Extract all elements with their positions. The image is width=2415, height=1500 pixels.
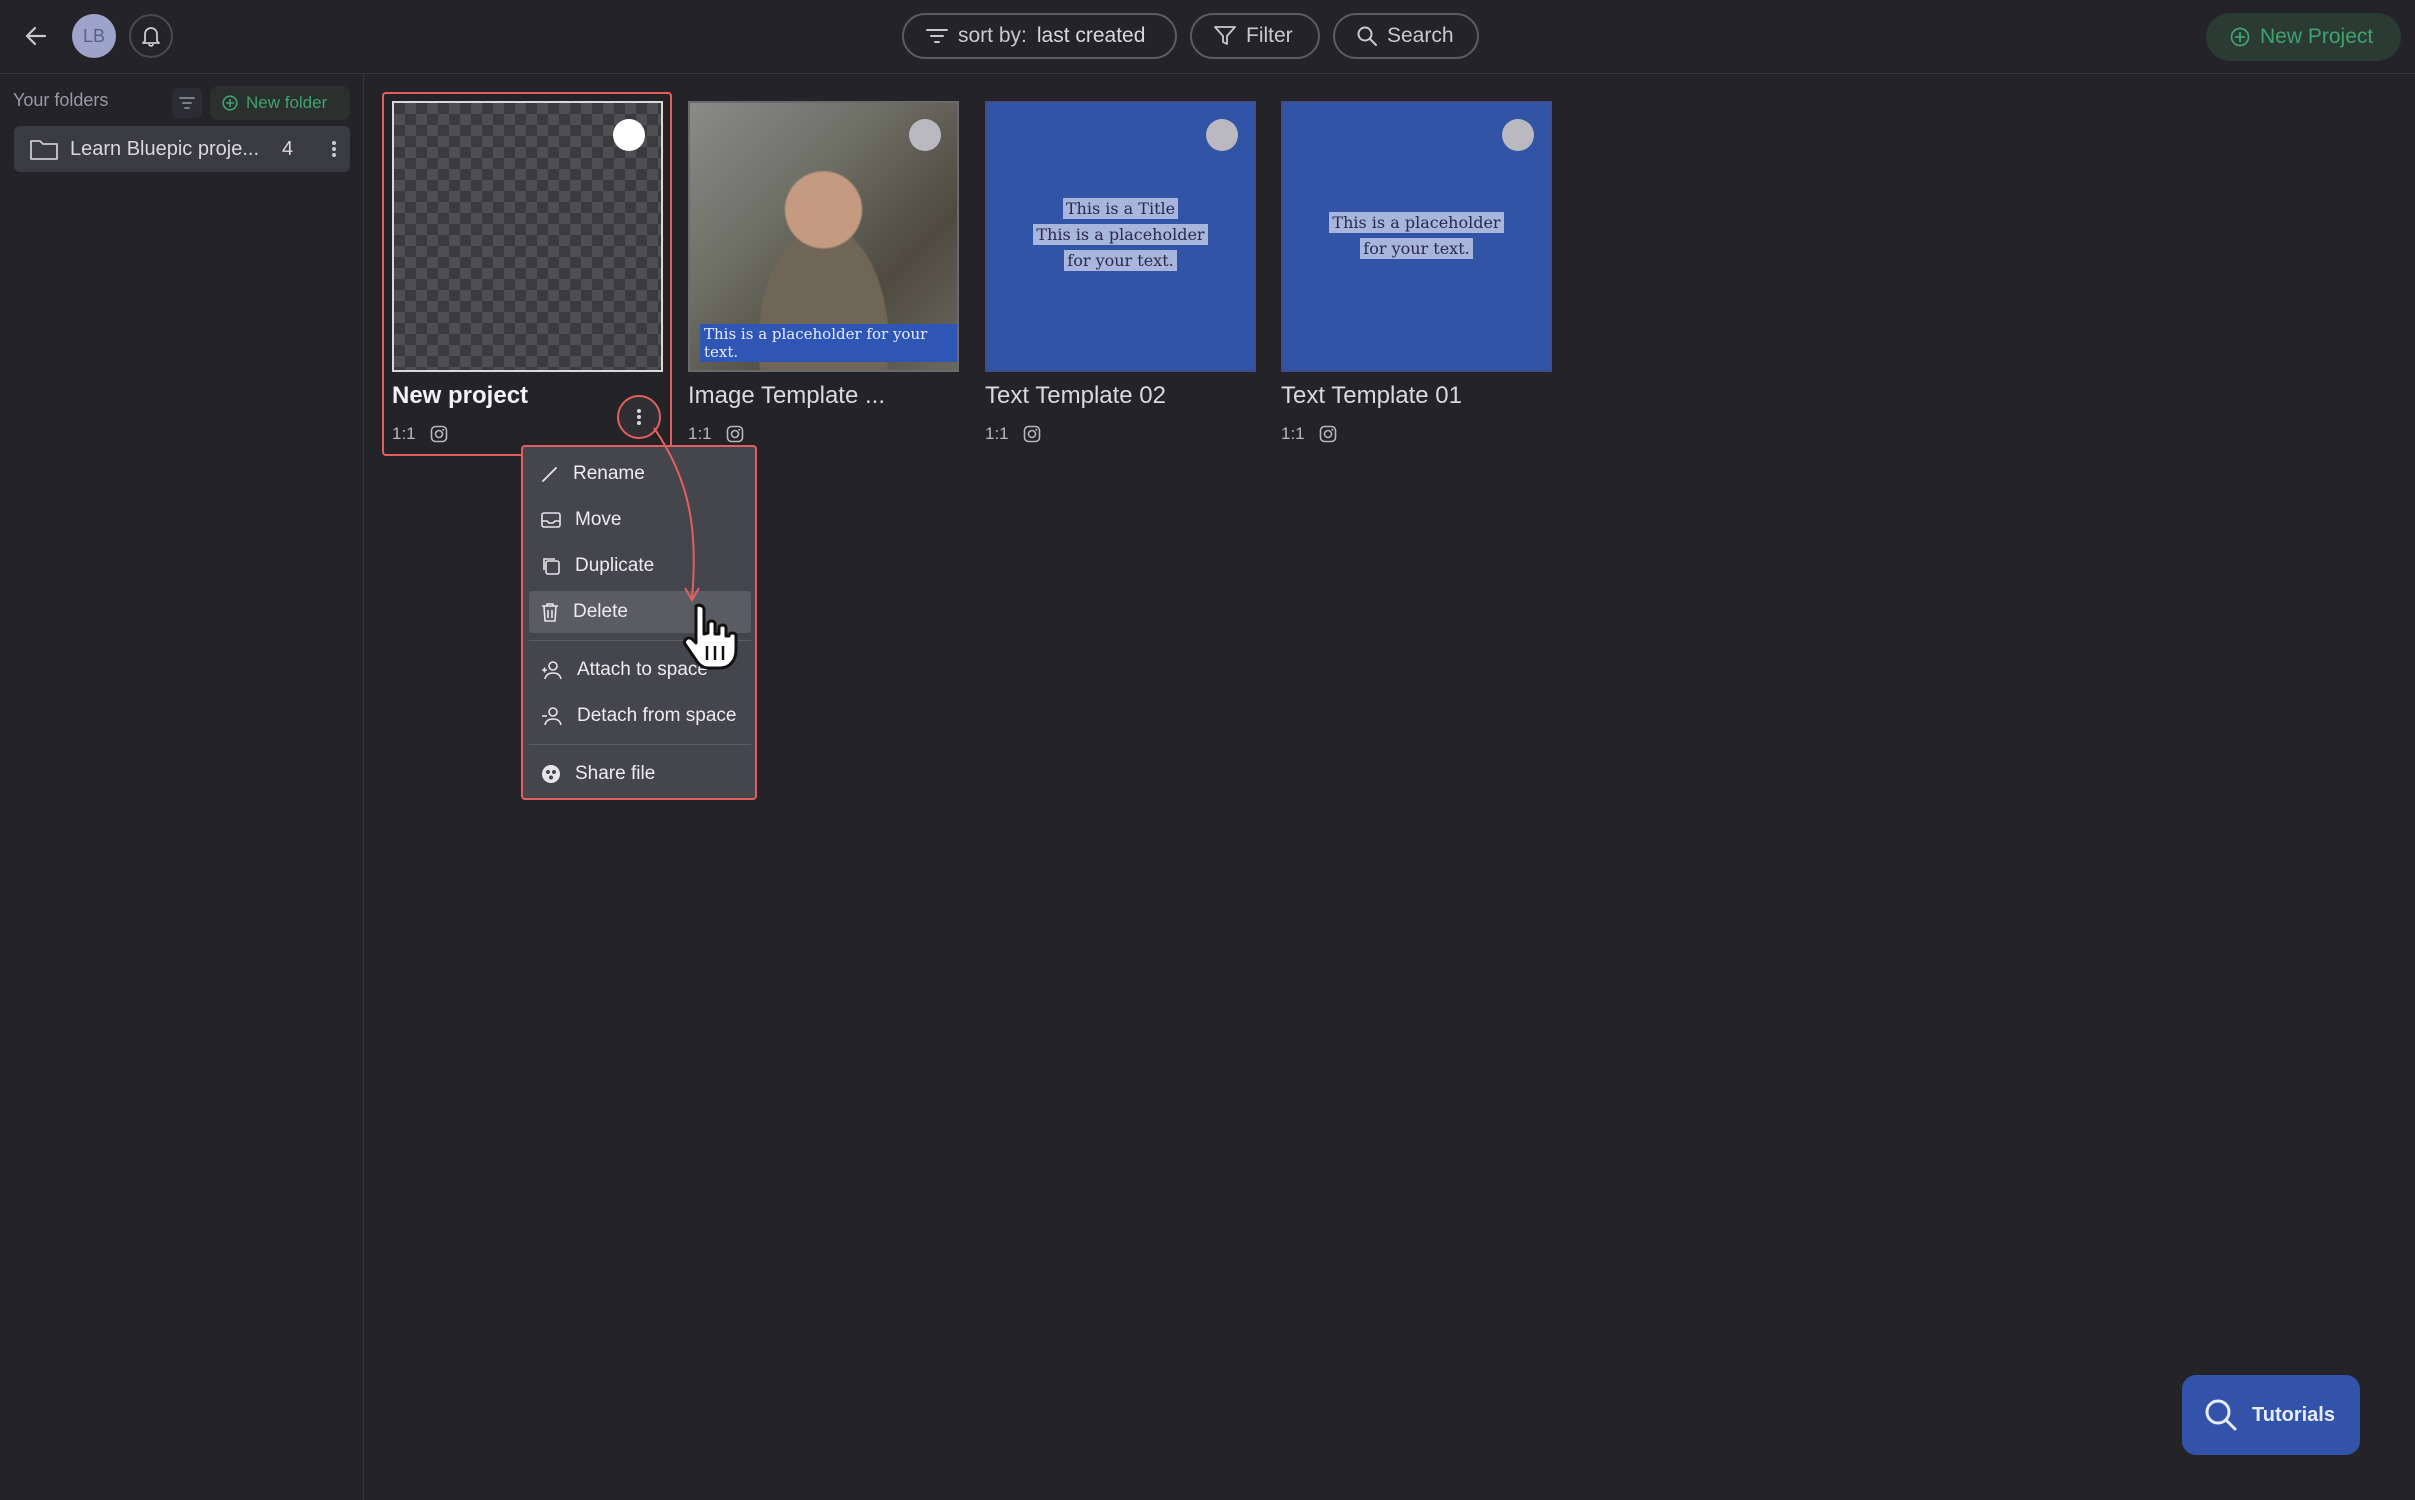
instagram-icon [1319,425,1336,443]
notifications-button[interactable] [129,14,173,58]
project-thumbnail[interactable]: This is a placeholder for your text. [688,101,959,372]
menu-item-label: Rename [573,463,645,484]
back-button[interactable] [18,18,54,54]
menu-item-label: Delete [573,601,628,622]
arrow-left-icon [25,26,47,46]
menu-divider [529,744,751,745]
thumbnail-line: This is a placeholder [1033,224,1208,245]
project-title: New project [392,382,529,409]
aspect-ratio: 1:1 [1281,424,1305,443]
new-folder-label: New folder [246,93,328,112]
sort-label: sort by: [958,24,1027,47]
folder-count: 4 [282,138,294,160]
folder-sort-button[interactable] [172,88,202,118]
aspect-ratio: 1:1 [985,424,1009,443]
menu-item-label: Share file [575,763,656,784]
search-label: Search [1387,24,1454,47]
project-title[interactable]: Text Template 02 [985,382,1166,410]
sort-button[interactable]: sort by: last created [902,13,1177,59]
sort-value: last created [1036,24,1146,47]
project-title[interactable]: Image Template ... [688,382,885,410]
new-folder-button[interactable]: New folder [210,86,350,120]
project-title[interactable]: Text Template 01 [1281,382,1462,410]
select-checkbox[interactable] [1206,119,1238,151]
thumbnail-line: for your text. [1064,250,1177,271]
select-checkbox[interactable] [1502,119,1534,151]
folder-icon [30,140,58,160]
user-minus-icon [542,707,562,726]
instagram-icon [1023,425,1040,443]
new-project-label: New Project [2260,25,2374,48]
trash-icon [542,603,558,622]
aspect-ratio: 1:1 [392,424,416,443]
menu-item-label: Move [575,509,622,530]
thumbnail-caption: This is a placeholder for your text. [700,324,957,362]
pencil-icon [542,467,557,482]
sidebar: Your folders New folder Learn Bluepic pr… [0,74,364,1500]
project-meta: 1:1 [985,424,1041,444]
sort-lines-icon [179,97,195,109]
select-checkbox[interactable] [613,119,645,151]
menu-item-label: Detach from space [577,705,737,726]
plus-circle-icon [2230,27,2250,47]
inbox-icon [541,512,561,528]
search-icon [1357,26,1377,46]
bell-icon [142,27,160,47]
thumbnail-text: This is a Title This is a placeholder fo… [987,196,1254,274]
funnel-icon [1214,26,1236,45]
project-meta: 1:1 [392,424,448,444]
project-thumbnail[interactable] [392,101,663,372]
folders-title: Your folders [13,90,109,110]
tutorials-label: Tutorials [2252,1403,2335,1426]
annotation-arrow [653,427,700,602]
menu-item-share-file[interactable]: Share file [529,753,751,795]
instagram-icon [430,425,447,443]
thumbnail-line: for your text. [1360,238,1473,259]
filter-button[interactable]: Filter [1190,13,1320,59]
sidebar-folder-item[interactable]: Learn Bluepic proje... 4 [14,126,350,172]
top-bar: LB sort by: last created Filter Search N… [0,0,2415,74]
user-plus-icon [542,661,562,680]
project-thumbnail[interactable]: This is a Title This is a placeholder fo… [985,101,1256,372]
project-meta: 1:1 [1281,424,1337,444]
copy-icon [543,558,560,575]
select-checkbox[interactable] [909,119,941,151]
filter-label: Filter [1246,24,1293,47]
project-thumbnail[interactable]: This is a placeholder for your text. [1281,101,1552,372]
tutorials-button[interactable]: Tutorials [2182,1375,2360,1455]
plus-circle-icon [222,95,238,111]
share-icon [542,765,560,783]
search-icon [2205,1399,2237,1431]
kebab-icon [332,141,336,157]
menu-item-detach-from-space[interactable]: Detach from space [529,695,751,737]
search-button[interactable]: Search [1333,13,1479,59]
new-project-button[interactable]: New Project [2206,13,2401,61]
folder-label: Learn Bluepic proje... [70,137,260,160]
thumbnail-line: This is a Title [1062,198,1179,219]
avatar[interactable]: LB [72,14,116,58]
thumbnail-line: This is a placeholder [1329,212,1504,233]
sort-lines-icon [926,29,948,43]
hand-pointer-icon [683,603,738,670]
folder-more-button[interactable] [324,136,344,162]
thumbnail-text: This is a placeholder for your text. [1283,210,1550,262]
